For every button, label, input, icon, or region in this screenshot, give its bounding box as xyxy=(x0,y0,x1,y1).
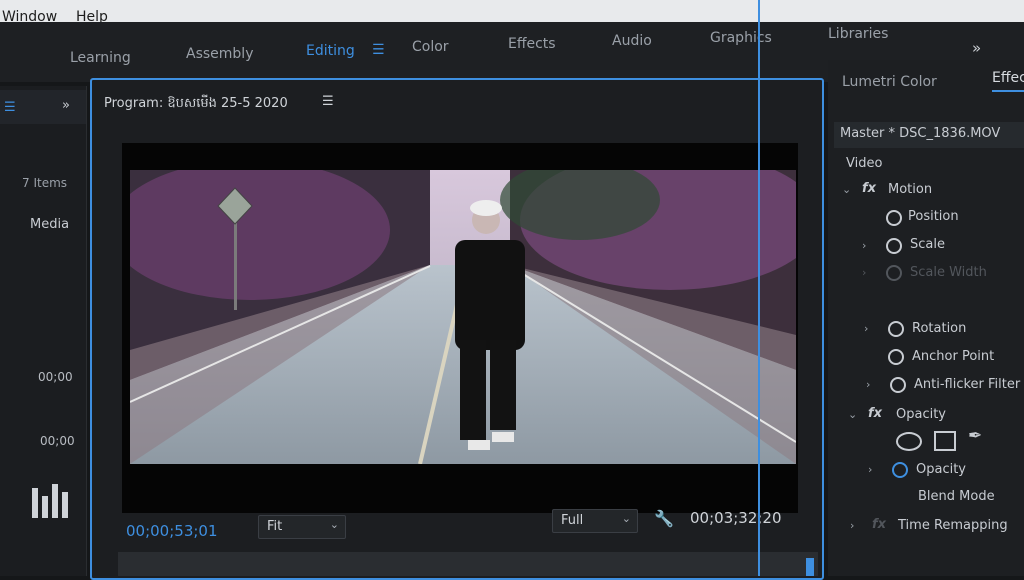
timeline-scrubber[interactable] xyxy=(118,552,818,576)
fx-icon[interactable]: fx xyxy=(862,181,876,196)
chevron-right-icon[interactable]: › xyxy=(866,378,870,391)
chevron-right-icon[interactable]: › xyxy=(862,239,866,252)
video-section-label: Video xyxy=(846,156,883,171)
workspace-color[interactable]: Color xyxy=(412,39,449,55)
video-frame-preview xyxy=(130,170,796,464)
zoom-dropdown[interactable]: Fit ⌄ xyxy=(258,515,346,539)
chevron-down-icon[interactable]: ⌄ xyxy=(848,408,857,421)
workspace-assembly[interactable]: Assembly xyxy=(186,46,253,62)
stopwatch-icon[interactable] xyxy=(886,238,902,254)
audio-meter-icon xyxy=(32,484,68,518)
more-panels-icon[interactable]: » xyxy=(62,98,70,113)
stopwatch-icon xyxy=(886,265,902,281)
tab-effect-controls[interactable]: Effec xyxy=(992,70,1024,92)
playhead-line xyxy=(758,0,760,576)
workspace-menu-icon[interactable]: ☰ xyxy=(372,42,385,58)
fx-icon[interactable]: fx xyxy=(868,406,882,421)
stopwatch-icon[interactable] xyxy=(888,321,904,337)
property-rotation: Rotation xyxy=(912,321,967,336)
panel-menu-icon[interactable]: ☰ xyxy=(4,100,16,115)
source-timecode-2: 00;00 xyxy=(40,434,75,448)
chevron-down-icon: ⌄ xyxy=(621,512,631,525)
chevron-right-icon[interactable]: › xyxy=(850,519,854,532)
workspace-graphics[interactable]: Graphics xyxy=(710,30,772,46)
chevron-down-icon: ⌄ xyxy=(329,518,339,531)
property-blend-mode: Blend Mode xyxy=(918,489,995,504)
chevron-right-icon: › xyxy=(862,266,867,279)
duration-timecode: 00;03;32;20 xyxy=(690,509,782,527)
property-anchor-point: Anchor Point xyxy=(912,349,995,364)
chevron-down-icon[interactable]: ⌄ xyxy=(842,183,851,196)
property-scale-width: Scale Width xyxy=(910,265,987,280)
fx-icon: fx xyxy=(872,517,887,532)
workspace-libraries[interactable]: Libraries xyxy=(828,26,888,42)
items-count: 7 Items xyxy=(22,176,68,190)
property-position: Position xyxy=(908,209,959,224)
chevron-right-icon[interactable]: › xyxy=(864,322,868,335)
property-anti-flicker: Anti-flicker Filter xyxy=(914,377,1021,392)
media-column-header[interactable]: Media xyxy=(30,217,69,232)
tab-lumetri-color[interactable]: Lumetri Color xyxy=(842,74,937,90)
playback-resolution-dropdown[interactable]: Full ⌄ xyxy=(552,509,638,533)
effect-opacity[interactable]: Opacity xyxy=(896,407,946,422)
clip-name: Master * DSC_1836.MOV xyxy=(840,126,1001,141)
stopwatch-icon[interactable] xyxy=(892,462,908,478)
zoom-value: Fit xyxy=(267,519,283,534)
clip-selector[interactable]: Master * DSC_1836.MOV xyxy=(834,122,1024,148)
current-timecode[interactable]: 00;00;53;01 xyxy=(126,522,218,540)
pen-mask-icon[interactable]: ✒ xyxy=(968,426,982,446)
stopwatch-icon[interactable] xyxy=(890,377,906,393)
workspace-learning[interactable]: Learning xyxy=(70,50,131,66)
stopwatch-icon[interactable] xyxy=(886,210,902,226)
stopwatch-icon[interactable] xyxy=(888,349,904,365)
effect-motion[interactable]: Motion xyxy=(888,182,932,197)
property-opacity: Opacity xyxy=(916,462,967,477)
wrench-icon[interactable]: 🔧 xyxy=(654,509,674,528)
chevron-right-icon[interactable]: › xyxy=(868,463,872,476)
ellipse-mask-icon[interactable] xyxy=(896,432,922,451)
scrubber-handle[interactable] xyxy=(806,558,814,576)
resolution-value: Full xyxy=(561,513,584,528)
source-timecode: 00;00 xyxy=(38,370,73,384)
workspace-effects[interactable]: Effects xyxy=(508,36,556,52)
program-menu-icon[interactable]: ☰ xyxy=(322,94,334,109)
program-monitor-title[interactable]: Program: ឱបសមើង 25-5 2020 xyxy=(104,95,288,114)
effect-time-remapping[interactable]: Time Remapping xyxy=(898,518,1008,533)
workspace-audio[interactable]: Audio xyxy=(612,33,652,49)
more-workspaces-icon[interactable]: » xyxy=(972,39,981,57)
rectangle-mask-icon[interactable] xyxy=(934,431,956,451)
workspace-editing[interactable]: Editing xyxy=(306,43,355,59)
property-scale: Scale xyxy=(910,237,945,252)
